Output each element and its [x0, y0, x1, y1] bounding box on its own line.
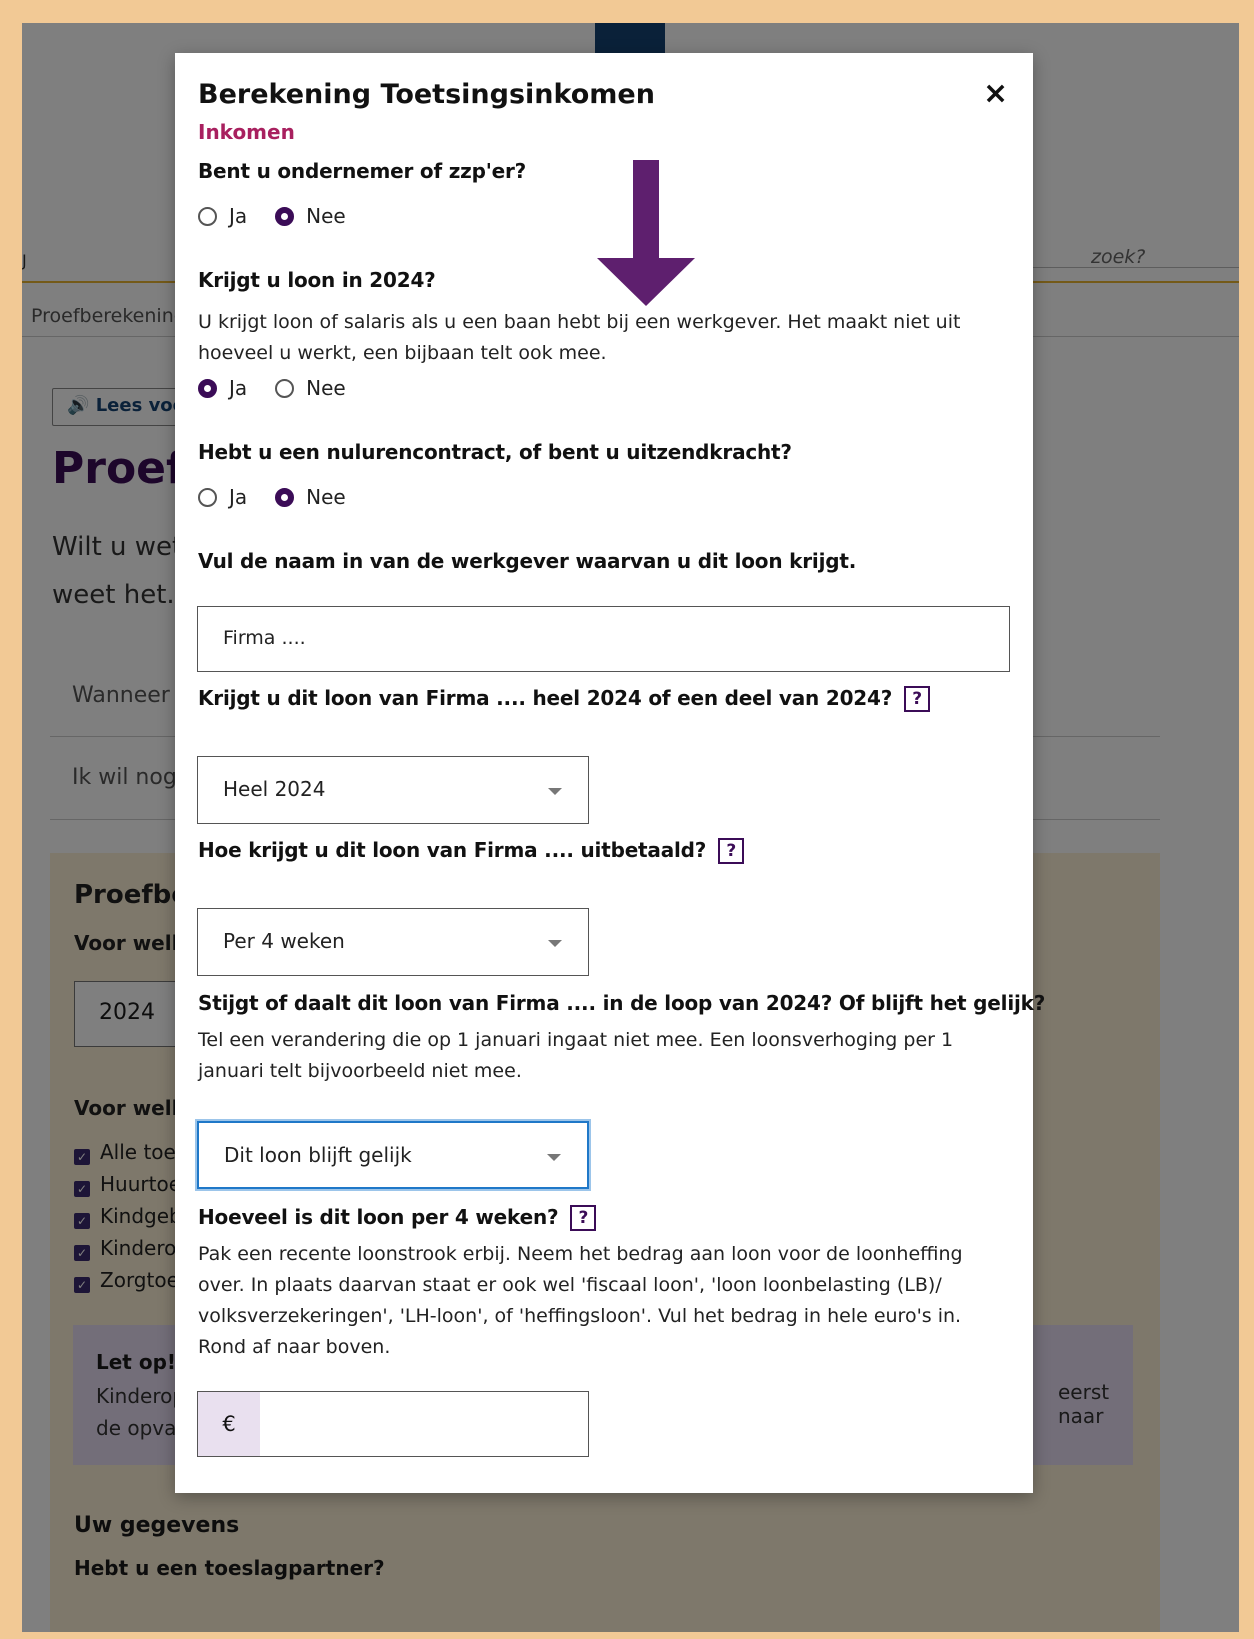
radio-label: Ja: [229, 204, 248, 228]
modal-title: Berekening Toetsingsinkomen: [198, 79, 655, 110]
wage-radio-nee[interactable]: Nee: [275, 376, 346, 400]
chevron-down-icon: [547, 1154, 561, 1161]
modal-subtitle: Inkomen: [198, 120, 295, 144]
zero-hours-radio-nee[interactable]: Nee: [275, 485, 346, 509]
wage-change-select[interactable]: Dit loon blijft gelijk: [197, 1121, 589, 1189]
entrepreneur-radio-ja[interactable]: Ja: [198, 204, 247, 228]
chevron-down-icon: [548, 788, 562, 795]
radio-label: Nee: [306, 376, 346, 400]
radio-checked-icon: [198, 378, 217, 398]
radio-label: Ja: [229, 485, 248, 509]
entrepreneur-radio-nee[interactable]: Nee: [275, 204, 346, 228]
radio-unchecked-icon: [198, 487, 217, 507]
chevron-down-icon: [548, 940, 562, 947]
zero-hours-radio-ja[interactable]: Ja: [198, 485, 247, 509]
zero-hours-question: Hebt u een nulurencontract, of bent u ui…: [198, 440, 792, 464]
help-icon[interactable]: ?: [570, 1205, 597, 1231]
payment-frequency-value: Per 4 weken: [223, 929, 345, 953]
help-icon[interactable]: ?: [904, 686, 931, 712]
radio-unchecked-icon: [275, 378, 295, 398]
payment-frequency-question: Hoe krijgt u dit loon van Firma .... uit…: [198, 838, 745, 864]
wage-amount-question: Hoeveel is dit loon per 4 weken??: [198, 1205, 597, 1231]
euro-prefix: €: [198, 1392, 260, 1456]
payment-frequency-question-text: Hoe krijgt u dit loon van Firma .... uit…: [198, 838, 707, 862]
wage-radio-ja[interactable]: Ja: [198, 376, 247, 400]
period-question-text: Krijgt u dit loon van Firma .... heel 20…: [198, 686, 893, 710]
wage-question: Krijgt u loon in 2024?: [198, 268, 436, 292]
wage-amount-help-text: Pak een recente loonstrook erbij. Neem h…: [198, 1243, 963, 1358]
employer-name-input[interactable]: Firma ....: [197, 606, 1010, 672]
wage-change-help-text: Tel een verandering die op 1 januari ing…: [198, 1029, 954, 1082]
radio-checked-icon: [275, 206, 295, 226]
period-select[interactable]: Heel 2024: [197, 756, 589, 824]
employer-name-question: Vul de naam in van de werkgever waarvan …: [198, 549, 857, 573]
wage-change-value: Dit loon blijft gelijk: [224, 1143, 412, 1167]
zero-hours-radio-group: Ja Nee: [198, 485, 374, 509]
arrow-down-icon: [597, 160, 695, 306]
help-icon[interactable]: ?: [718, 838, 745, 864]
radio-label: Ja: [229, 376, 248, 400]
wage-amount-field[interactable]: [260, 1392, 588, 1456]
wage-amount-input[interactable]: €: [197, 1391, 589, 1457]
wage-help-text: U krijgt loon of salaris als u een baan …: [198, 311, 961, 364]
period-select-value: Heel 2024: [223, 777, 326, 801]
wage-change-question: Stijgt of daalt dit loon van Firma .... …: [198, 991, 1046, 1015]
entrepreneur-question: Bent u ondernemer of zzp'er?: [198, 159, 527, 183]
wage-radio-group: Ja Nee: [198, 376, 374, 400]
period-question: Krijgt u dit loon van Firma .... heel 20…: [198, 686, 931, 712]
browser-viewport: J zoek? Proefberekening 🔊 Lees voor Proe…: [22, 23, 1239, 1632]
close-icon[interactable]: ×: [983, 79, 1008, 109]
radio-checked-icon: [275, 487, 295, 507]
radio-label: Nee: [306, 204, 346, 228]
radio-label: Nee: [306, 485, 346, 509]
payment-frequency-select[interactable]: Per 4 weken: [197, 908, 589, 976]
wage-amount-question-text: Hoeveel is dit loon per 4 weken?: [198, 1205, 559, 1229]
entrepreneur-radio-group: Ja Nee: [198, 204, 374, 228]
radio-unchecked-icon: [198, 206, 217, 226]
